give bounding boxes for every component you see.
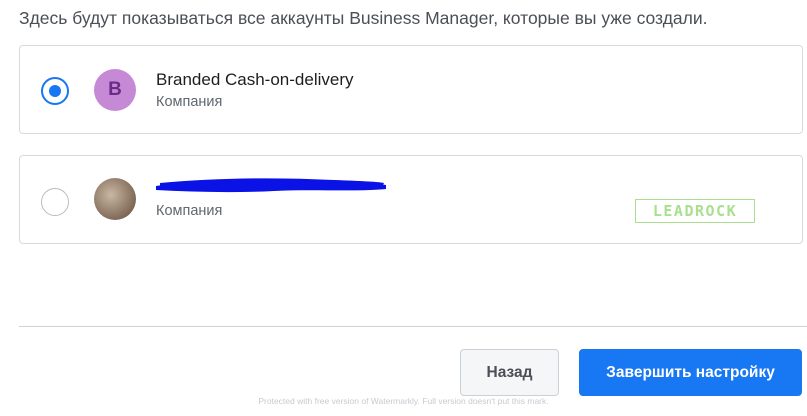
finish-setup-button[interactable]: Завершить настройку (579, 349, 802, 396)
avatar: B (94, 69, 136, 111)
radio-unselected-icon[interactable] (41, 188, 69, 216)
redaction-scribble (156, 178, 386, 193)
account-card-redacted[interactable]: Компания LEADROCK (19, 155, 803, 244)
radio-selected-icon[interactable] (41, 77, 69, 105)
avatar-photo (94, 178, 136, 220)
account-card-branded[interactable]: B Branded Cash-on-delivery Компания (19, 45, 803, 134)
footer-watermark: Protected with free version of Watermark… (258, 396, 549, 406)
account-name: Branded Cash-on-delivery (156, 70, 354, 89)
watermark-logo: LEADROCK (635, 199, 755, 223)
account-type: Компания (156, 94, 223, 110)
account-type: Компания (156, 203, 223, 219)
intro-text: Здесь будут показываться все аккаунты Bu… (19, 8, 708, 28)
divider (19, 326, 807, 327)
back-button[interactable]: Назад (460, 349, 559, 396)
radio-dot-icon (49, 85, 61, 97)
